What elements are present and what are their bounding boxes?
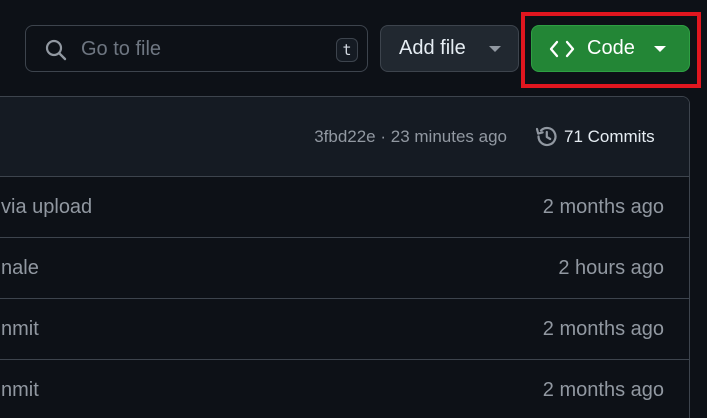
search-placeholder: Go to file bbox=[81, 38, 162, 60]
latest-commit-meta[interactable]: 3fbd22e · 23 minutes ago bbox=[314, 97, 507, 177]
commit-message-link[interactable]: nmit bbox=[1, 360, 39, 418]
table-row: nmit 2 months ago bbox=[0, 299, 689, 360]
add-file-label: Add file bbox=[399, 37, 466, 59]
commit-time: 2 hours ago bbox=[558, 257, 664, 279]
commits-link[interactable]: 71 Commits bbox=[564, 97, 655, 177]
history-icon bbox=[535, 126, 557, 147]
file-list: 3fbd22e · 23 minutes ago 71 Commits via … bbox=[0, 96, 690, 418]
table-row: nmit 2 months ago bbox=[0, 360, 689, 418]
commit-message-link[interactable]: nmit bbox=[1, 299, 39, 359]
commit-time: 2 months ago bbox=[542, 196, 664, 218]
latest-commit-bar: 3fbd22e · 23 minutes ago 71 Commits bbox=[0, 97, 689, 177]
triangle-down-icon bbox=[654, 46, 666, 52]
commit-message-link[interactable]: via upload bbox=[1, 177, 92, 237]
commit-time: 2 months ago bbox=[542, 318, 664, 340]
commit-message-link[interactable]: nale bbox=[1, 238, 39, 298]
go-to-file-search[interactable]: Go to file t bbox=[25, 25, 368, 72]
triangle-down-icon bbox=[489, 46, 501, 52]
table-row: nale 2 hours ago bbox=[0, 238, 689, 299]
table-row: via upload 2 months ago bbox=[0, 177, 689, 238]
code-button[interactable]: Code bbox=[531, 25, 690, 72]
repo-page: Go to file t Add file Code 3fbd22e · 23 … bbox=[0, 0, 707, 418]
commit-time: 2 months ago bbox=[542, 379, 664, 401]
add-file-button[interactable]: Add file bbox=[380, 25, 519, 72]
code-icon bbox=[549, 40, 575, 58]
code-label: Code bbox=[587, 37, 635, 59]
search-icon bbox=[45, 39, 67, 61]
shortcut-key-hint: t bbox=[336, 38, 358, 62]
